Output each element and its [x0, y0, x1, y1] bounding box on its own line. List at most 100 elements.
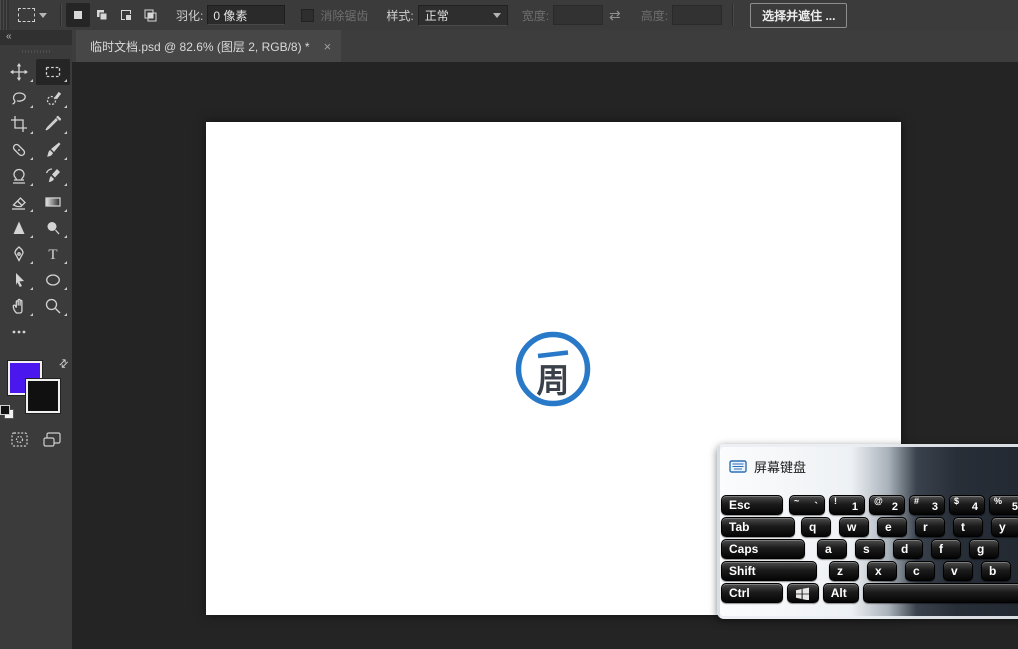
tool-path-selection[interactable]	[2, 267, 36, 293]
tool-move[interactable]	[2, 59, 36, 85]
zoom-icon	[45, 298, 61, 314]
height-label: 高度:	[640, 8, 669, 23]
tool-hand[interactable]	[2, 293, 36, 319]
tool-clone-stamp[interactable]	[2, 163, 36, 189]
tool-quick-selection[interactable]	[36, 85, 70, 111]
swap-dimensions-icon[interactable]: ⇄	[609, 7, 621, 24]
key-Esc[interactable]: Esc	[721, 495, 783, 515]
new-selection-button[interactable]	[66, 3, 90, 27]
key-t[interactable]: t	[953, 517, 983, 537]
feather-label: 羽化:	[176, 8, 204, 23]
antialias-checkbox[interactable]	[301, 8, 315, 22]
key-e[interactable]: e	[877, 517, 907, 537]
key-y[interactable]: y	[991, 517, 1018, 537]
intersect-selection-button[interactable]	[138, 3, 162, 27]
options-bar-grip[interactable]	[0, 0, 9, 30]
key-`[interactable]: ~ `	[789, 495, 825, 515]
close-icon[interactable]: ×	[324, 40, 332, 53]
select-and-mask-button[interactable]: 选择并遮住 ...	[750, 2, 848, 28]
width-input[interactable]	[553, 5, 604, 25]
swap-colors-icon[interactable]: ⇄	[56, 356, 71, 371]
tool-eraser[interactable]	[2, 189, 36, 215]
tool-brush[interactable]	[36, 137, 70, 163]
key-q[interactable]: q	[801, 517, 831, 537]
key-b[interactable]: b	[981, 561, 1011, 581]
tool-history-brush[interactable]	[36, 163, 70, 189]
key-Alt[interactable]: Alt	[822, 583, 859, 603]
key-5[interactable]: % 5	[989, 495, 1018, 515]
subtract-from-selection-button[interactable]	[114, 3, 138, 27]
color-swatches: ⇄	[0, 356, 71, 419]
tool-zoom[interactable]	[36, 293, 70, 319]
tool-preset-picker[interactable]	[9, 0, 56, 30]
key-1[interactable]: ! 1	[829, 495, 865, 515]
panel-grip[interactable]	[22, 50, 50, 53]
document-tab-bar: 临时文档.psd @ 82.6% (图层 2, RGB/8) * ×	[72, 30, 1018, 63]
hand-icon	[12, 298, 23, 314]
quick-mask-button[interactable]	[10, 431, 30, 453]
key-2[interactable]: @2	[869, 495, 905, 515]
key-Caps[interactable]: Caps	[721, 539, 805, 559]
svg-text:T: T	[48, 247, 57, 263]
key-windows[interactable]	[786, 583, 819, 603]
key-4[interactable]: $4	[949, 495, 985, 515]
tool-type[interactable]: T	[36, 241, 70, 267]
key-Tab[interactable]: Tab	[721, 517, 795, 537]
style-label: 样式:	[386, 8, 414, 23]
options-bar: 羽化: 消除锯齿 样式: 正常 宽度: ⇄ 高度: 选择并遮住 ...	[0, 0, 1018, 31]
tool-eyedropper[interactable]	[36, 111, 70, 137]
week-logo: 周	[515, 331, 591, 407]
key-space[interactable]	[862, 583, 1018, 603]
osk-title-bar[interactable]: 屏幕键盘	[720, 447, 1018, 478]
key-3[interactable]: #3	[909, 495, 945, 515]
key-Shift[interactable]: Shift	[721, 561, 817, 581]
document-tab[interactable]: 临时文档.psd @ 82.6% (图层 2, RGB/8) * ×	[76, 30, 342, 62]
add-to-selection-button[interactable]	[90, 3, 114, 27]
key-Ctrl[interactable]: Ctrl	[721, 583, 783, 603]
key-g[interactable]: g	[969, 539, 999, 559]
default-colors-icon[interactable]	[0, 405, 14, 419]
marquee-preset-icon	[18, 8, 35, 22]
tool-rectangular-marquee[interactable]	[36, 59, 70, 85]
key-x[interactable]: x	[867, 561, 897, 581]
screen-mode-button[interactable]	[42, 431, 62, 453]
tool-sharpen[interactable]	[2, 215, 36, 241]
pen-icon	[14, 246, 24, 262]
tool-dodge[interactable]	[36, 215, 70, 241]
key-r[interactable]: r	[915, 517, 945, 537]
document-title: 临时文档.psd @ 82.6% (图层 2, RGB/8) *	[90, 39, 310, 54]
key-d[interactable]: d	[893, 539, 923, 559]
background-color-swatch[interactable]	[26, 379, 60, 413]
crop-icon	[11, 116, 27, 132]
windows-logo-icon	[796, 587, 810, 600]
rectangular-marquee-icon	[45, 66, 61, 78]
key-w[interactable]: w	[839, 517, 869, 537]
tool-ellipse-shape[interactable]	[36, 267, 70, 293]
tool-lasso[interactable]	[2, 85, 36, 111]
sharpen-icon	[13, 221, 25, 234]
height-input[interactable]	[672, 5, 723, 25]
lasso-icon	[12, 92, 26, 105]
tool-grid: T	[0, 59, 72, 345]
chevron-down-icon	[39, 12, 47, 18]
style-dropdown[interactable]: 正常	[417, 4, 508, 26]
intersect-selection-icon	[144, 9, 157, 22]
collapse-panel-button[interactable]: «	[0, 30, 72, 45]
key-z[interactable]: z	[829, 561, 859, 581]
key-v[interactable]: v	[943, 561, 973, 581]
key-c[interactable]: c	[905, 561, 935, 581]
tool-pen[interactable]	[2, 241, 36, 267]
logo-top-stroke	[537, 350, 569, 359]
key-s[interactable]: s	[855, 539, 885, 559]
new-selection-icon	[74, 11, 82, 19]
tool-edit-toolbar[interactable]	[2, 319, 36, 345]
tool-crop[interactable]	[2, 111, 36, 137]
subtract-selection-icon	[121, 10, 132, 21]
tool-spot-healing[interactable]	[2, 137, 36, 163]
tool-gradient[interactable]	[36, 189, 70, 215]
ellipsis-icon	[12, 330, 26, 334]
key-f[interactable]: f	[931, 539, 961, 559]
feather-input[interactable]	[207, 5, 286, 25]
key-a[interactable]: a	[817, 539, 847, 559]
on-screen-keyboard[interactable]: 屏幕键盘 Esc ~ `! 1 @2 #3 $4% 5 Tab q w e r t y Caps a s d f g Sh…	[717, 444, 1018, 619]
